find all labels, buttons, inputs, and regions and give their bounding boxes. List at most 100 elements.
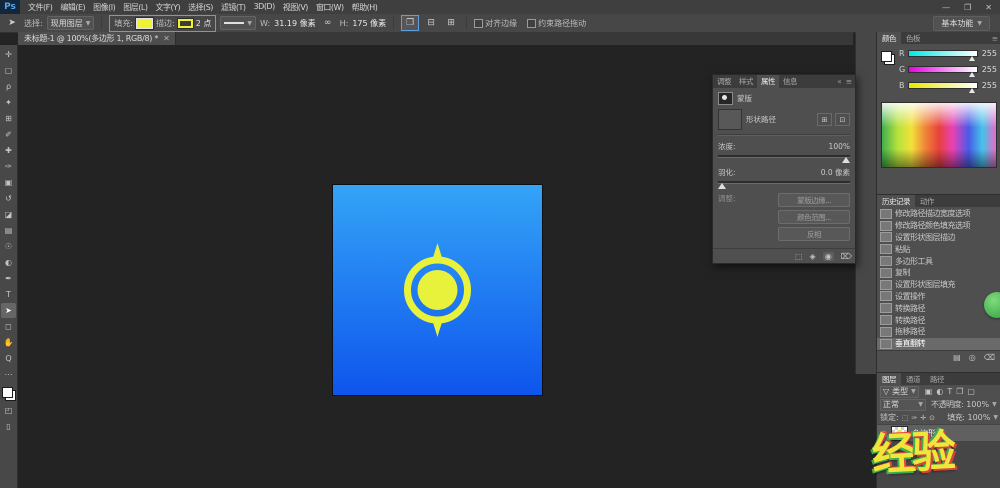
menu-item[interactable]: 编辑(E) xyxy=(56,2,89,13)
eyedropper-tool[interactable]: ✐ xyxy=(1,127,16,142)
move-tool[interactable]: ✛ xyxy=(1,47,16,62)
type-tool[interactable]: T xyxy=(1,287,16,302)
history-item[interactable]: 修改路径颜色填充选项 xyxy=(877,220,1000,232)
blue-slider[interactable] xyxy=(908,82,979,89)
apply-mask-icon[interactable]: ◈ xyxy=(810,252,816,261)
blue-value[interactable]: 255 xyxy=(981,81,997,90)
tab-properties[interactable]: 属性 xyxy=(757,75,779,88)
slider-thumb-icon[interactable] xyxy=(969,88,975,93)
layer-filter-dropdown[interactable]: ▽ 类型 ▼ xyxy=(880,386,919,398)
add-mask-icon[interactable]: ⊞ xyxy=(817,113,832,126)
filter-type-icon[interactable]: ◐ xyxy=(936,387,943,396)
slider-thumb-icon[interactable] xyxy=(718,183,726,189)
select-mode-dropdown[interactable]: 现用图层▼ xyxy=(47,16,95,30)
workspace-switcher[interactable]: 基本功能▼ xyxy=(933,16,990,31)
menu-item[interactable]: 文件(F) xyxy=(24,2,56,13)
green-value[interactable]: 255 xyxy=(981,65,997,74)
stroke-width-field[interactable]: 2 点 xyxy=(196,18,212,29)
edit-toolbar-button[interactable]: ⋯ xyxy=(1,367,16,382)
brush-tool[interactable]: ✑ xyxy=(1,159,16,174)
slider-thumb-icon[interactable] xyxy=(842,157,850,163)
stroke-color-swatch[interactable] xyxy=(178,19,193,28)
history-item[interactable]: 粘贴 xyxy=(877,243,1000,255)
feather-value[interactable]: 0.0 像素 xyxy=(821,167,850,178)
tab-swatches[interactable]: 色板 xyxy=(901,32,925,44)
lock-icon[interactable]: ⬚ xyxy=(902,414,909,422)
foreground-color-swatch[interactable] xyxy=(881,51,892,62)
eraser-tool[interactable]: ◪ xyxy=(1,207,16,222)
mask-visibility-eye-icon[interactable]: ◉ xyxy=(823,252,834,261)
foreground-background-swatches[interactable] xyxy=(2,387,16,401)
tab-styles[interactable]: 样式 xyxy=(735,75,757,88)
filter-type-icon[interactable]: ▣ xyxy=(925,387,933,396)
history-item[interactable]: 修改路径描边宽度选项 xyxy=(877,208,1000,220)
blend-mode-dropdown[interactable]: 正常 ▼ xyxy=(880,399,926,411)
lasso-tool[interactable]: ρ xyxy=(1,79,16,94)
invert-button[interactable]: 反相 xyxy=(778,227,850,241)
tab-channels[interactable]: 通道 xyxy=(901,373,925,385)
menu-item[interactable]: 文字(Y) xyxy=(151,2,184,13)
stroke-style-dropdown[interactable]: ▼ xyxy=(220,16,256,30)
minimize-button[interactable]: — xyxy=(942,3,950,12)
slider-thumb-icon[interactable] xyxy=(969,56,975,61)
filter-type-icon[interactable]: ▢ xyxy=(967,387,975,396)
quick-mask-button[interactable]: ◰ xyxy=(1,403,16,418)
screen-mode-button[interactable]: ▯ xyxy=(1,419,16,434)
menu-item[interactable]: 窗口(W) xyxy=(312,2,348,13)
blur-tool[interactable]: ☉ xyxy=(1,239,16,254)
history-item[interactable]: 垂直翻转 xyxy=(877,338,1000,350)
tab-adjustments[interactable]: 调整 xyxy=(713,75,735,88)
new-document-from-state-icon[interactable]: ▤ xyxy=(953,353,961,362)
healing-brush-tool[interactable]: ✚ xyxy=(1,143,16,158)
menu-item[interactable]: 视图(V) xyxy=(279,2,312,13)
marquee-tool[interactable]: ▢ xyxy=(1,63,16,78)
menu-item[interactable]: 帮助(H) xyxy=(348,2,382,13)
align-edges-checkbox[interactable]: 对齐边缘 xyxy=(474,18,517,29)
opacity-value[interactable]: 100% xyxy=(966,400,989,409)
tab-paths[interactable]: 路径 xyxy=(925,373,949,385)
history-item[interactable]: 设置操作 xyxy=(877,291,1000,303)
density-slider[interactable] xyxy=(718,155,850,158)
tab-info[interactable]: 信息 xyxy=(779,75,801,88)
history-item[interactable]: 转换路径 xyxy=(877,302,1000,314)
fill-value[interactable]: 100% xyxy=(968,413,991,422)
width-field[interactable]: 31.19 像素 xyxy=(274,18,315,29)
foreground-background-swatches[interactable] xyxy=(881,51,895,65)
delete-state-trash-icon[interactable]: ⌫ xyxy=(984,353,995,362)
dodge-tool[interactable]: ◐ xyxy=(1,255,16,270)
crop-tool[interactable]: ⊞ xyxy=(1,111,16,126)
lock-icon[interactable]: ⊙ xyxy=(929,414,935,422)
lock-icon[interactable]: ✑ xyxy=(911,414,917,422)
path-selection-tool[interactable]: ➤ xyxy=(1,303,16,318)
mask-edge-button[interactable]: 蒙版边缘... xyxy=(778,193,850,207)
current-tool-icon[interactable]: ➤ xyxy=(4,16,20,30)
history-item[interactable]: 设置形状图层填充 xyxy=(877,279,1000,291)
menu-item[interactable]: 选择(S) xyxy=(184,2,217,13)
collapse-panel-icon[interactable]: « xyxy=(837,77,842,86)
hand-tool[interactable]: ✋ xyxy=(1,335,16,350)
fill-color-swatch[interactable] xyxy=(136,18,153,29)
path-alignment-button[interactable]: ⊟ xyxy=(423,16,439,30)
history-item[interactable]: 复制 xyxy=(877,267,1000,279)
path-arrangement-button[interactable]: ⊞ xyxy=(443,16,459,30)
canvas-document[interactable] xyxy=(333,185,542,395)
green-slider[interactable] xyxy=(908,66,978,73)
red-slider[interactable] xyxy=(908,50,978,57)
history-item[interactable]: 多边形工具 xyxy=(877,255,1000,267)
tab-history[interactable]: 历史记录 xyxy=(877,195,915,207)
menu-item[interactable]: 3D(D) xyxy=(250,2,279,13)
clone-stamp-tool[interactable]: ▣ xyxy=(1,175,16,190)
panel-menu-icon[interactable]: ≡ xyxy=(846,77,852,86)
feather-slider[interactable] xyxy=(718,181,850,184)
slider-thumb-icon[interactable] xyxy=(969,72,975,77)
close-button[interactable]: ✕ xyxy=(985,3,992,12)
quick-selection-tool[interactable]: ✦ xyxy=(1,95,16,110)
panel-menu-icon[interactable]: ≡ xyxy=(992,34,1000,43)
path-operations-button[interactable]: ❐ xyxy=(401,15,419,31)
color-spectrum-picker[interactable] xyxy=(881,102,997,168)
link-dimensions-icon[interactable]: ∞ xyxy=(320,16,336,30)
menu-item[interactable]: 图像(I) xyxy=(89,2,119,13)
close-tab-icon[interactable]: ✕ xyxy=(163,34,169,43)
filter-type-icon[interactable]: T xyxy=(947,387,952,396)
restore-button[interactable]: ❐ xyxy=(964,3,971,12)
